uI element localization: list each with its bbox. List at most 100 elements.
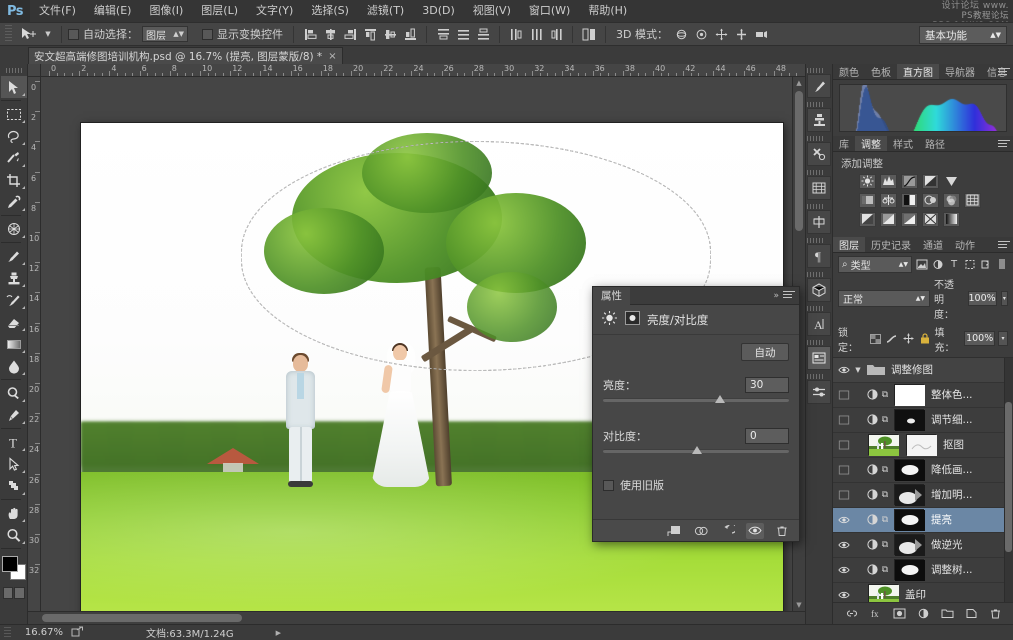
move-tool-options-icon[interactable] <box>15 24 41 44</box>
layer-visibility-toggle[interactable] <box>835 582 852 602</box>
zoom-level[interactable]: 16.67% <box>19 627 63 638</box>
menu-item-9[interactable]: 窗口(W) <box>520 0 579 22</box>
tab-路径[interactable]: 路径 <box>919 136 951 151</box>
zoom-tool[interactable] <box>1 524 27 546</box>
delete-layer-icon[interactable] <box>987 605 1003 621</box>
group-expand-arrow[interactable]: ▼ <box>852 366 864 374</box>
layer-mask-thumbnail[interactable] <box>890 484 928 505</box>
selective-color-icon[interactable] <box>922 212 939 227</box>
layer-mask-thumbnail[interactable] <box>890 384 928 405</box>
delete-adjustment-icon[interactable] <box>773 523 791 539</box>
adjustments-dock-icon[interactable] <box>807 380 831 404</box>
blur-tool[interactable] <box>1 355 27 377</box>
align-right-edges-icon[interactable] <box>340 25 360 43</box>
layer-row[interactable]: ⧉做逆光 <box>833 533 1013 558</box>
opacity-stepper[interactable]: ▾ <box>1001 291 1008 306</box>
menu-item-4[interactable]: 文字(Y) <box>247 0 302 22</box>
show-transform-checkbox[interactable] <box>202 29 213 40</box>
menu-item-1[interactable]: 编辑(E) <box>85 0 141 22</box>
brightness-value[interactable]: 30 <box>745 377 789 393</box>
photo-filter-icon[interactable] <box>922 193 939 208</box>
dock-grip[interactable] <box>807 170 823 175</box>
history-brush-tool[interactable] <box>1 289 27 311</box>
adjustment-layer-icon[interactable] <box>864 563 880 576</box>
vertical-ruler[interactable]: 02468101214161820222426283032 <box>28 77 41 611</box>
distribute-left-icon[interactable] <box>506 25 526 43</box>
hue-saturation-icon[interactable] <box>859 193 876 208</box>
menu-item-3[interactable]: 图层(L) <box>192 0 247 22</box>
fill-value[interactable]: 100% <box>964 331 995 346</box>
properties-panel[interactable]: 属性 » 亮度/对比度 自动 亮度： 30 对比度： 0 <box>592 286 800 542</box>
dock-grip[interactable] <box>807 204 823 209</box>
contrast-slider-thumb[interactable] <box>692 446 702 454</box>
mask-link-icon[interactable]: ⧉ <box>880 515 890 525</box>
layer-mask-thumbnail[interactable] <box>890 459 928 480</box>
curves-icon[interactable] <box>901 174 918 189</box>
menu-item-5[interactable]: 选择(S) <box>302 0 358 22</box>
document-tab[interactable]: 安文超高端修图培训机构.psd @ 16.7% (提亮, 图层蒙版/8) * × <box>28 47 343 64</box>
gradient-map-icon[interactable] <box>943 212 960 227</box>
contrast-value[interactable]: 0 <box>745 428 789 444</box>
brightness-contrast-icon[interactable] <box>859 174 876 189</box>
dock-grip[interactable] <box>807 306 823 311</box>
fill-stepper[interactable]: ▾ <box>998 331 1008 346</box>
vertical-scroll-thumb[interactable] <box>795 91 803 231</box>
clone-stamp-tool[interactable] <box>1 267 27 289</box>
foreground-color-swatch[interactable] <box>2 556 18 572</box>
clone-source-dock-icon[interactable] <box>807 108 831 132</box>
layer-visibility-toggle[interactable] <box>835 457 852 482</box>
menu-item-0[interactable]: 文件(F) <box>30 0 85 22</box>
tools-panel-grip[interactable] <box>6 68 22 73</box>
align-horizontal-centers-icon[interactable] <box>320 25 340 43</box>
brush-tool[interactable] <box>1 245 27 267</box>
quick-mask-toggle[interactable] <box>3 587 25 599</box>
mask-link-icon[interactable]: ⧉ <box>880 415 890 425</box>
panel-menu-icon[interactable] <box>998 241 1010 250</box>
filter-type-icon[interactable]: T <box>948 256 960 272</box>
zoom-3d-icon[interactable] <box>752 25 772 43</box>
quick-selection-tool[interactable] <box>1 147 27 169</box>
color-lookup-icon[interactable] <box>964 193 981 208</box>
black-white-icon[interactable] <box>901 193 918 208</box>
layer-thumbnail[interactable] <box>864 434 902 455</box>
filter-adjustment-icon[interactable] <box>932 256 944 272</box>
link-layers-icon[interactable] <box>843 605 859 621</box>
layer-visibility-toggle[interactable] <box>835 482 852 507</box>
menu-item-10[interactable]: 帮助(H) <box>579 0 636 22</box>
adjustment-layer-icon[interactable] <box>864 538 880 551</box>
eyedropper-tool[interactable] <box>1 191 27 213</box>
layer-visibility-toggle[interactable] <box>835 382 852 407</box>
layer-row[interactable]: 抠图 <box>833 433 1013 458</box>
tab-色板[interactable]: 色板 <box>865 64 897 79</box>
channel-mixer-icon[interactable] <box>943 193 960 208</box>
slide-3d-icon[interactable] <box>732 25 752 43</box>
type-tool[interactable]: T <box>1 431 27 453</box>
collapse-panel-icon[interactable]: » <box>773 291 779 301</box>
adjustment-layer-icon[interactable] <box>864 513 880 526</box>
mask-link-icon[interactable]: ⧉ <box>880 490 890 500</box>
healing-brush-tool[interactable] <box>1 218 27 240</box>
align-left-edges-icon[interactable] <box>300 25 320 43</box>
opacity-value[interactable]: 100% <box>968 291 997 306</box>
lock-transparent-pixels-icon[interactable] <box>870 332 882 345</box>
mask-link-icon[interactable]: ⧉ <box>880 465 890 475</box>
layer-visibility-toggle[interactable] <box>835 357 852 382</box>
horizontal-ruler[interactable]: 0246810121416182022242628303234363840424… <box>41 64 805 77</box>
orbit-3d-icon[interactable] <box>672 25 692 43</box>
blend-mode-select[interactable]: 正常 ▲▼ <box>838 290 930 307</box>
layers-list[interactable]: ▼调整修图⧉整体色...⧉调节细...抠图⧉降低画...⧉增加明...⧉提亮⧉做… <box>833 357 1013 602</box>
levels-icon[interactable] <box>880 174 897 189</box>
invert-icon[interactable] <box>859 212 876 227</box>
adjustment-layer-icon[interactable] <box>864 413 880 426</box>
use-legacy-checkbox[interactable] <box>603 480 614 491</box>
layer-row[interactable]: ⧉降低画... <box>833 458 1013 483</box>
move-tool[interactable] <box>1 76 27 98</box>
auto-button[interactable]: 自动 <box>741 343 789 361</box>
roll-3d-icon[interactable] <box>692 25 712 43</box>
layer-row[interactable]: ▼调整修图 <box>833 358 1013 383</box>
adjustment-layer-icon[interactable] <box>864 388 880 401</box>
distribute-vertical-centers-icon[interactable] <box>453 25 473 43</box>
filter-shape-icon[interactable] <box>964 256 976 272</box>
layers-scrollbar[interactable] <box>1004 358 1013 602</box>
reset-icon[interactable] <box>719 523 737 539</box>
